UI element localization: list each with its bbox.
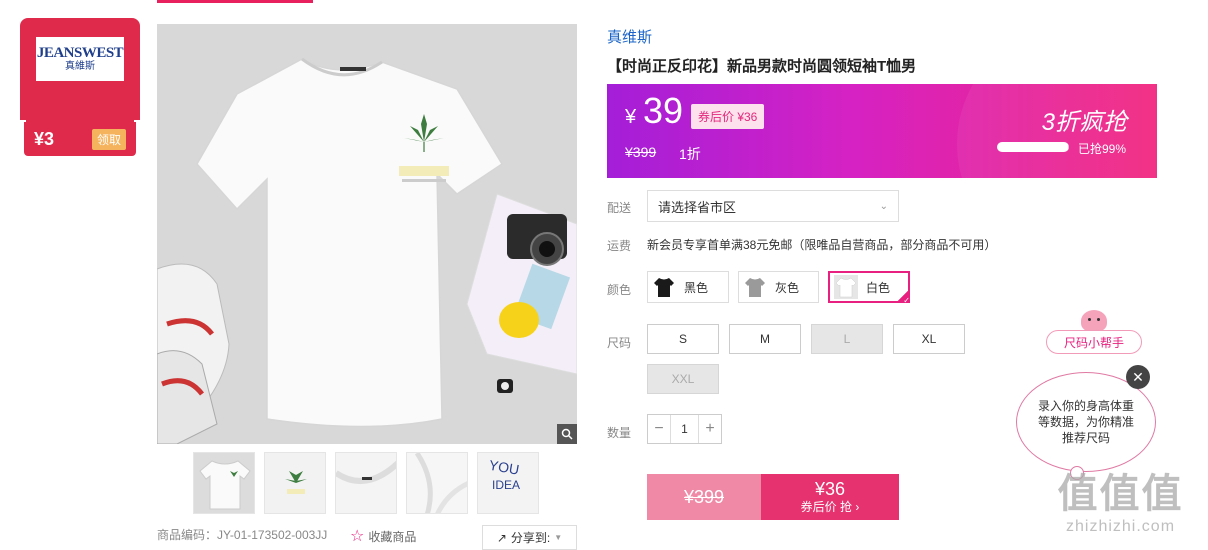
chevron-down-icon: ⌄ [879,200,888,212]
quantity-increment-button[interactable]: + [699,415,721,443]
thumbnail-strip: YOU IDEA [193,452,539,514]
buy-coupon-button[interactable]: ¥36 券后价 抢 › [761,474,899,520]
sold-percent: 已抢99% [1078,142,1127,156]
size-option-s[interactable]: S [647,324,719,354]
price-banner: ¥ 39 券后价 ¥36 ¥399 1折 3折疯抢 已抢99% [607,84,1157,178]
quantity-label: 数量 [607,426,632,440]
coupon-top: JEANSWEST 真維斯 [20,18,140,130]
after-coupon-badge: 券后价 ¥36 [691,104,765,129]
caret-down-icon: ▼ [554,533,563,542]
brand-link[interactable]: 真维斯 [607,26,652,47]
close-icon[interactable]: ✕ [1126,365,1150,389]
favorite-button[interactable]: ☆ 收藏商品 [350,526,416,546]
color-option-white[interactable]: 白色 [828,271,910,305]
thumbnail-1[interactable] [193,452,255,514]
current-price: 39 [643,90,684,131]
store-coupon[interactable]: JEANSWEST 真維斯 ¥3 领取 [20,18,140,158]
size-option-xxl: XXL [647,364,719,394]
sku-code: 商品编码：JY-01-173502-003JJ [157,528,328,542]
white-tshirt-swatch [834,275,858,299]
buy-label: 券后价 抢 [800,500,852,514]
gray-tshirt-swatch [743,275,767,299]
coupon-claim-button[interactable]: 领取 [91,128,126,150]
coupon-amount: ¥3 [34,128,55,149]
shipping-info: 新会员专享首单满38元免邮（限唯品自营商品，部分商品不可用） [647,238,997,252]
size-option-l: L [811,324,883,354]
color-option-label: 白色 [866,280,891,295]
mascot-icon [1081,310,1107,332]
tshirt-photo [157,24,577,444]
watermark-logo: 值值值 [1057,472,1184,516]
share-button[interactable]: ↗ 分享到: ▼ [482,525,577,550]
discount-label: 1折 [679,146,701,162]
buy-label-row: 券后价 抢 › [801,499,860,515]
size-helper-button[interactable]: 尺码小帮手 [1046,330,1142,354]
watermark: 值值值 zhizhizhi.com [1038,470,1203,536]
color-option-label: 黑色 [684,280,709,295]
coupon-bottom: ¥3 领取 [24,122,136,156]
thumbnail-2[interactable] [264,452,326,514]
chevron-right-icon: › [855,500,860,514]
share-label: 分享到: [510,531,551,545]
thumbnail-3[interactable] [335,452,397,514]
color-option-label: 灰色 [775,280,800,295]
size-option-m[interactable]: M [729,324,801,354]
selected-check-icon [896,289,910,305]
star-icon: ☆ [350,528,365,545]
brand-logo-cn: 真維斯 [65,61,95,72]
region-select-value: 请选择省市区 [658,199,737,215]
black-tshirt-swatch [652,275,676,299]
favorite-label: 收藏商品 [368,529,417,544]
quantity-decrement-button[interactable]: − [648,415,670,443]
promo-label: 3折疯抢 [1041,109,1127,136]
quantity-input[interactable]: 1 [670,415,699,443]
tab-active-indicator [157,0,313,3]
color-option-gray[interactable]: 灰色 [738,271,819,303]
zoom-icon[interactable] [557,424,577,444]
share-icon: ↗ [496,530,507,545]
quantity-stepper: − 1 + [647,414,722,444]
original-price: ¥399 [625,144,657,160]
size-option-xl[interactable]: XL [893,324,965,354]
main-product-image[interactable] [157,24,577,444]
product-title: 【时尚正反印花】新品男款时尚圆领短袖T恤男 [607,58,917,75]
watermark-url: zhizhizhi.com [1065,518,1176,535]
shipping-label: 运费 [607,239,632,253]
buy-price: ¥36 [814,479,846,499]
thumbnail-4[interactable] [406,452,468,514]
size-label: 尺码 [607,336,632,350]
size-helper-text: 录入你的身高体重等数据，为你精准推荐尺码 [1037,399,1134,445]
buy-original-price-button[interactable]: ¥399 [647,474,761,520]
color-label: 颜色 [607,283,632,297]
currency-symbol: ¥ [625,106,637,128]
svg-text:IDEA: IDEA [492,478,520,492]
thumbnail-5[interactable]: YOU IDEA [477,452,539,514]
product-page: JEANSWEST 真維斯 ¥3 领取 YOU IDEA 商品编码：JY-01-… [0,0,1208,550]
color-option-black[interactable]: 黑色 [647,271,729,303]
region-select[interactable]: 请选择省市区 ⌄ [647,190,899,222]
brand-logo[interactable]: JEANSWEST 真維斯 [36,37,124,81]
brand-logo-en: JEANSWEST [36,45,124,61]
sold-progress-bar [997,142,1069,152]
delivery-label: 配送 [607,201,632,215]
